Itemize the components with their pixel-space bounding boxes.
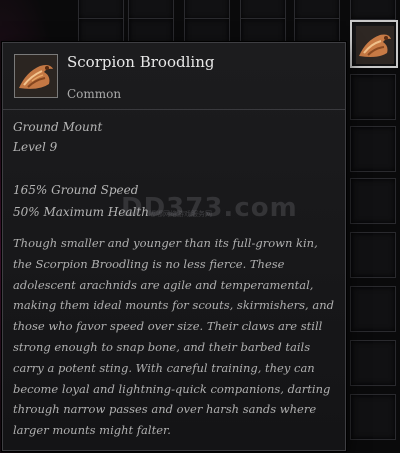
scorpion-mount-icon [17,57,55,95]
inventory-slot[interactable] [128,0,174,20]
inventory-slot[interactable] [184,0,230,20]
description-line: become loyal and lightning-quick compani… [13,381,331,396]
description-line: through narrow passes and over harsh san… [13,402,317,417]
tooltip-header: Scorpion Broodling Common [3,43,345,109]
inventory-slot[interactable] [78,0,124,20]
description-line: carry a potent sting. With careful train… [13,360,315,375]
inventory-slot[interactable] [350,0,396,20]
watermark-subtext: 嘟嘟网络游戏服务网 [149,210,212,218]
inventory-slot[interactable] [350,394,396,440]
item-tooltip: Scorpion Broodling Common Ground Mount L… [2,42,346,451]
description-line: adolescent arachnids are agile and tempe… [13,277,314,292]
item-description: Though smaller and younger than its full… [13,233,338,441]
inventory-slot[interactable] [350,74,396,120]
description-line: Though smaller and younger than its full… [13,236,318,250]
inventory-slot[interactable] [294,0,340,20]
inventory-slot[interactable] [350,126,396,172]
inventory-slot[interactable] [350,178,396,224]
header-divider [3,109,345,110]
description-line: the Scorpion Broodling is no less fierce… [13,256,285,271]
inventory-slot[interactable] [240,0,286,20]
inventory-slot[interactable] [350,286,396,332]
selected-inventory-slot[interactable] [350,20,398,68]
description-line: making them ideal mounts for scouts, ski… [13,298,334,313]
item-level: Level 9 [13,140,58,154]
scorpion-mount-icon [356,26,394,64]
description-line: strong enough to snap bone, and their ba… [13,339,311,354]
description-line: larger mounts might falter. [13,423,171,438]
item-icon-frame [14,54,58,98]
item-type: Ground Mount [13,120,103,134]
inventory-slot[interactable] [350,340,396,386]
item-quality: Common [67,87,122,101]
description-line: those who favor speed over size. Their c… [13,319,323,334]
stat-ground-speed: 165% Ground Speed [13,183,139,197]
item-name: Scorpion Broodling [67,53,215,71]
inventory-slot[interactable] [350,232,396,278]
